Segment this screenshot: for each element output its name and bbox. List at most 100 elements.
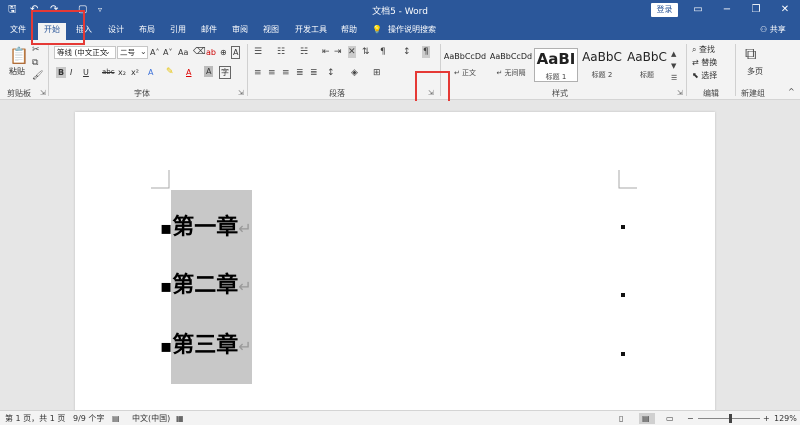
copy-icon[interactable]: ⧉ — [32, 57, 38, 69]
select-icon: ⬉ — [692, 71, 702, 80]
zoom-out-icon[interactable]: − — [687, 413, 694, 424]
scroll-down-icon[interactable]: ▼ — [671, 60, 676, 72]
enclose-border-button[interactable]: 字 — [219, 66, 231, 79]
paste-icon[interactable]: 📋 — [9, 46, 29, 66]
heading-chapter-2[interactable]: ▪第二章↵ — [160, 272, 252, 301]
superscript-button[interactable]: x² — [131, 67, 139, 78]
style-heading-1[interactable]: AaBI 标题 1 — [534, 48, 578, 82]
bold-button[interactable]: B — [56, 67, 67, 78]
scroll-up-icon[interactable]: ▲ — [671, 48, 676, 60]
style-heading-2[interactable]: AaBbC 标题 2 — [580, 48, 624, 82]
read-mode-button[interactable]: ▯ — [616, 413, 632, 424]
enclose-char-button[interactable]: ⊕ — [220, 47, 227, 58]
multi-page-button[interactable]: 多页 — [747, 66, 763, 77]
web-layout-button[interactable]: ▭ — [663, 413, 679, 424]
strikethrough-button[interactable]: abc — [102, 67, 115, 78]
tab-layout[interactable]: 布局 — [139, 24, 155, 36]
chevron-down-icon[interactable]: ⌄ — [140, 46, 147, 58]
proofing-icon[interactable]: ▤ — [112, 413, 120, 424]
align-center-icon[interactable]: ≡ — [268, 67, 276, 79]
tab-review[interactable]: 审阅 — [232, 24, 248, 36]
underline-button[interactable]: U — [83, 67, 89, 78]
replace-button[interactable]: ⇄ 替换 — [692, 57, 717, 68]
page-count[interactable]: 第 1 页，共 1 页 — [5, 413, 65, 424]
line-spacing-icon[interactable]: ↕ — [327, 67, 335, 79]
char-shading-button[interactable]: A — [204, 66, 214, 77]
heading-bullet: ▪ — [160, 276, 173, 297]
change-case-button[interactable]: Aa — [178, 47, 188, 58]
find-button[interactable]: ⌕ 查找 — [692, 44, 715, 55]
numbering-icon[interactable]: ☷ — [277, 46, 285, 58]
heading-chapter-1[interactable]: ▪第一章↵ — [160, 214, 252, 243]
style-name: 标题 — [640, 71, 654, 79]
format-painter-icon[interactable]: 🖌 — [32, 70, 43, 82]
zoom-in-icon[interactable]: + — [763, 413, 770, 424]
font-color-button[interactable]: A — [186, 67, 191, 78]
language-indicator[interactable]: 中文(中国) — [132, 413, 170, 424]
style-title[interactable]: AaBbC 标题 — [625, 48, 669, 82]
multilevel-list-icon[interactable]: ☵ — [300, 46, 308, 58]
group-divider — [48, 44, 49, 96]
pinyin-guide-button[interactable]: ab — [206, 47, 216, 58]
styles-launcher-icon[interactable]: ⇲ — [677, 89, 683, 97]
login-button[interactable]: 登录 — [651, 3, 678, 17]
italic-button[interactable]: I — [70, 67, 72, 78]
decrease-indent-icon[interactable]: ⇤ — [322, 46, 330, 58]
borders-icon[interactable]: ⊞ — [373, 67, 381, 79]
tab-design[interactable]: 设计 — [108, 24, 124, 36]
minimize-button[interactable]: − — [712, 2, 742, 18]
tell-me-search[interactable]: 操作说明搜索 — [388, 24, 436, 36]
word-count[interactable]: 9/9 个字 — [73, 413, 104, 424]
accessibility-icon[interactable]: ▦ — [176, 413, 184, 424]
close-button[interactable]: ✕ — [770, 2, 800, 18]
multi-page-icon[interactable]: ⧉ — [745, 44, 756, 64]
align-right-icon[interactable]: ≡ — [282, 67, 290, 79]
print-layout-button[interactable]: ▤ — [639, 413, 655, 424]
font-launcher-icon[interactable]: ⇲ — [238, 89, 244, 97]
shading-icon[interactable]: ◈ — [351, 67, 358, 79]
text-effects-button[interactable]: A — [148, 67, 153, 78]
sort-ascending-icon[interactable]: ↕ — [403, 46, 411, 58]
style-preview: AaBI — [536, 50, 576, 68]
zoom-level[interactable]: 129% — [774, 413, 797, 424]
clear-format-icon[interactable]: ⌫ — [193, 46, 206, 58]
share-button[interactable]: ⚇ 共享 — [760, 24, 786, 35]
shrink-font-button[interactable]: A˅ — [163, 47, 172, 58]
zoom-slider-thumb[interactable] — [729, 414, 732, 423]
document-page[interactable]: ▪第一章↵ ▪第二章↵ ▪第三章↵ — [75, 112, 715, 410]
tab-mailings[interactable]: 邮件 — [201, 24, 217, 36]
distributed-icon[interactable]: ≣ — [310, 67, 318, 79]
clipboard-launcher-icon[interactable]: ⇲ — [40, 89, 46, 97]
maximize-button[interactable]: ❐ — [741, 2, 771, 18]
style-preview: AaBbC — [582, 50, 622, 64]
highlight-color-icon[interactable]: ✎ — [166, 66, 174, 78]
subscript-button[interactable]: x₂ — [118, 67, 126, 78]
tab-developer[interactable]: 开发工具 — [295, 24, 327, 36]
tab-file[interactable]: 文件 — [10, 24, 26, 36]
show-marks-icon[interactable]: ¶ — [380, 46, 386, 58]
tab-view[interactable]: 视图 — [263, 24, 279, 36]
cut-icon[interactable]: ✂ — [32, 44, 40, 56]
ribbon-display-icon[interactable]: ▭ — [683, 2, 713, 18]
align-left-icon[interactable]: ≡ — [254, 67, 262, 79]
chinese-layout-icon[interactable]: ✕ — [348, 46, 356, 58]
style-no-spacing[interactable]: AaBbCcDd ↵ 无间隔 — [489, 48, 533, 82]
heading-chapter-3[interactable]: ▪第三章↵ — [160, 332, 252, 361]
justify-icon[interactable]: ≣ — [296, 67, 304, 79]
paste-label[interactable]: 粘贴 — [9, 66, 25, 77]
format-mark — [621, 293, 625, 297]
grow-font-button[interactable]: A˄ — [150, 47, 159, 58]
sort-icon[interactable]: ⇅ — [362, 46, 370, 58]
document-title: 文档5 - Word — [372, 7, 428, 17]
tab-help[interactable]: 帮助 — [341, 24, 357, 36]
style-name: ↵ 无间隔 — [496, 69, 526, 77]
tab-references[interactable]: 引用 — [170, 24, 186, 36]
chevron-down-icon[interactable]: ⌄ — [104, 46, 111, 58]
increase-indent-icon[interactable]: ⇥ — [334, 46, 342, 58]
more-styles-icon[interactable]: ☰ — [671, 72, 677, 84]
bullets-icon[interactable]: ☰ — [254, 46, 262, 58]
collapse-ribbon-icon[interactable]: ^ — [788, 86, 795, 98]
select-button[interactable]: ⬉ 选择 — [692, 70, 717, 81]
char-border-button[interactable]: A — [231, 46, 241, 59]
paragraph-mark-icon[interactable]: ¶ — [422, 46, 430, 58]
